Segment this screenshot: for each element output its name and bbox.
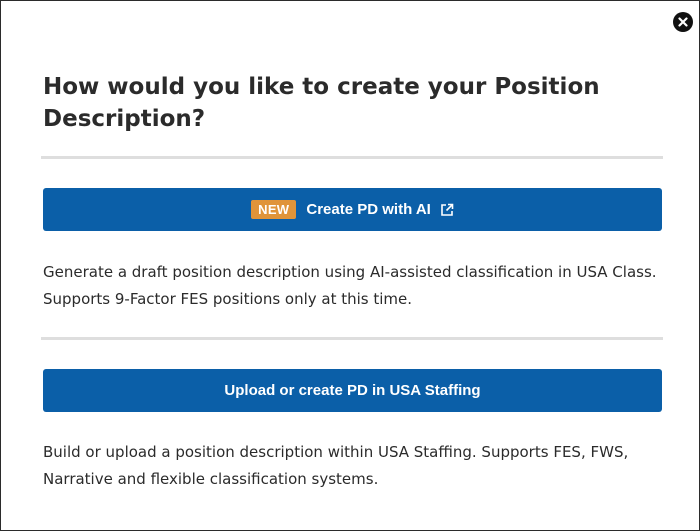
divider [41, 337, 663, 340]
upload-or-create-pd-button[interactable]: Upload or create PD in USA Staffing [43, 369, 662, 412]
create-pd-with-ai-button[interactable]: NEW Create PD with AI [43, 188, 662, 231]
create-pd-dialog: How would you like to create your Positi… [0, 0, 700, 531]
external-link-icon [440, 203, 454, 217]
new-badge: NEW [251, 200, 297, 219]
ai-option-description: Generate a draft position description us… [43, 263, 657, 308]
upload-or-create-pd-label: Upload or create PD in USA Staffing [224, 382, 481, 399]
staffing-option-description: Build or upload a position description w… [43, 443, 629, 488]
divider [41, 156, 663, 159]
create-pd-with-ai-label: Create PD with AI [306, 201, 431, 218]
close-icon [678, 17, 688, 27]
dialog-title: How would you like to create your Positi… [43, 74, 600, 132]
close-button[interactable] [673, 12, 693, 32]
